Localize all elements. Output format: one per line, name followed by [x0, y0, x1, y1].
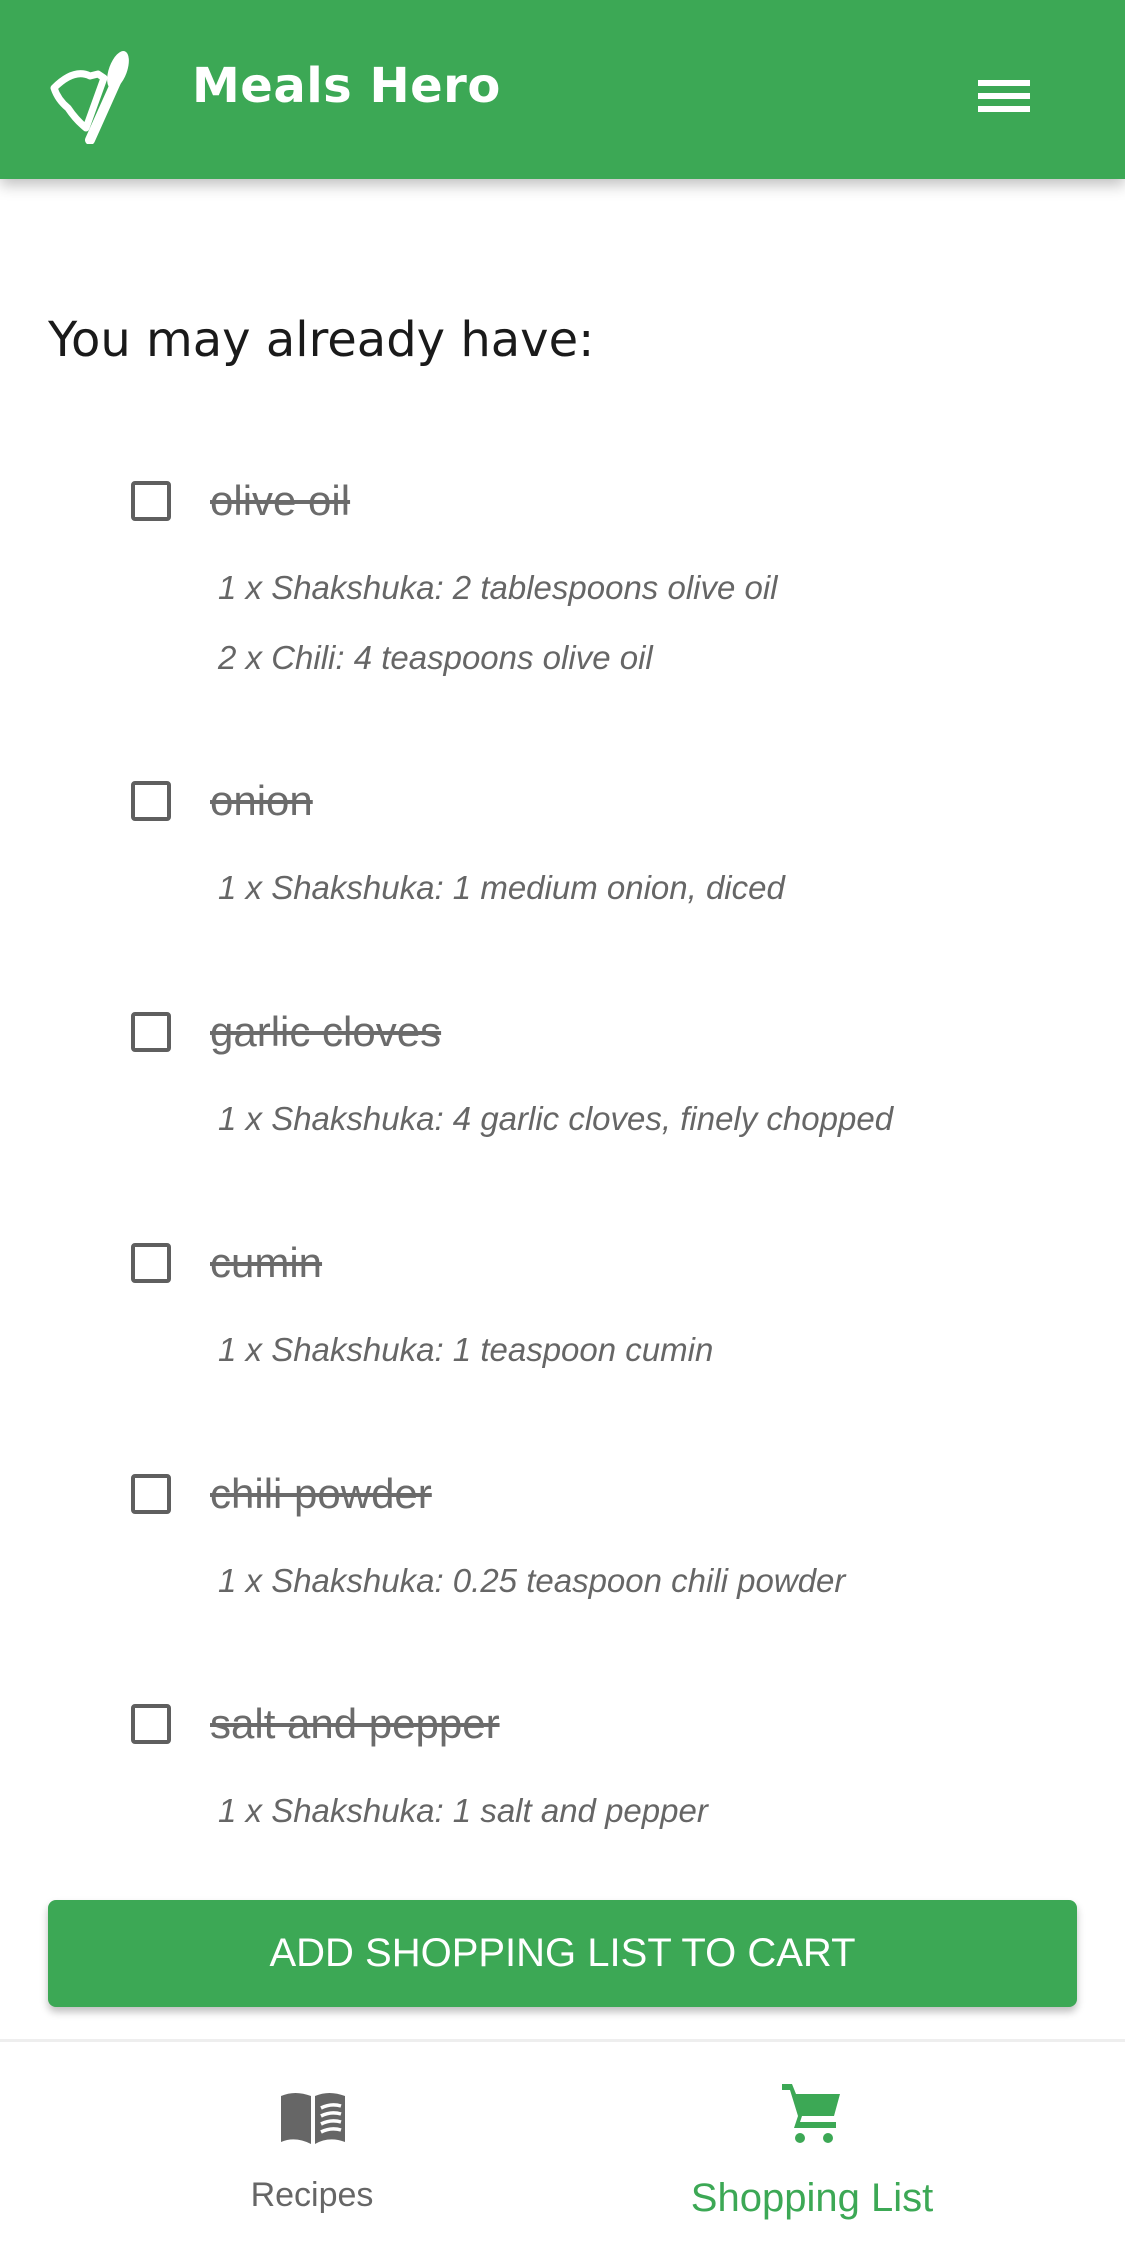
add-shopping-list-to-cart-button[interactable]: ADD SHOPPING LIST TO CART [48, 1900, 1077, 2007]
bell-spoon-logo-icon [50, 50, 129, 144]
ingredient-label[interactable]: olive oil [210, 477, 350, 525]
ingredient-detail: 1 x Shakshuka: 1 teaspoon cumin [218, 1331, 714, 1368]
ingredient-checkbox[interactable] [131, 1704, 171, 1744]
ingredient-label[interactable]: garlic cloves [210, 1008, 441, 1056]
ingredient-label[interactable]: chili powder [210, 1470, 432, 1518]
section-heading: You may already have: [48, 312, 595, 368]
divider [0, 2039, 1125, 2042]
nav-label-shopping-list: Shopping List [690, 2176, 934, 2220]
ingredient-label[interactable]: salt and pepper [210, 1700, 500, 1748]
ingredient-detail: 1 x Shakshuka: 1 salt and pepper [218, 1792, 708, 1829]
nav-tab-shopping-list[interactable]: Shopping List [612, 2080, 1012, 2230]
ingredient-checkbox[interactable] [131, 1474, 171, 1514]
ingredient-detail: 1 x Shakshuka: 1 medium onion, diced [218, 869, 785, 906]
ingredient-checkbox[interactable] [131, 781, 171, 821]
app-title: Meals Hero [192, 58, 501, 114]
ingredient-detail: 1 x Shakshuka: 2 tablespoons olive oil [218, 569, 778, 606]
ingredient-detail: 1 x Shakshuka: 4 garlic cloves, finely c… [218, 1100, 894, 1137]
book-icon [281, 2093, 345, 2144]
ingredient-label[interactable]: cumin [210, 1239, 322, 1287]
nav-tab-recipes[interactable]: Recipes [112, 2080, 512, 2230]
ingredient-detail: 1 x Shakshuka: 0.25 teaspoon chili powde… [218, 1562, 846, 1599]
ingredient-detail: 2 x Chili: 4 teaspoons olive oil [218, 639, 653, 676]
app-header: Meals Hero [0, 0, 1125, 179]
cart-icon [782, 2084, 840, 2143]
ingredient-checkbox[interactable] [131, 1012, 171, 1052]
ingredient-label[interactable]: onion [210, 777, 313, 825]
ingredient-checkbox[interactable] [131, 1243, 171, 1283]
ingredient-checkbox[interactable] [131, 481, 171, 521]
nav-label-recipes: Recipes [250, 2176, 374, 2214]
hamburger-menu-icon[interactable] [976, 76, 1032, 116]
